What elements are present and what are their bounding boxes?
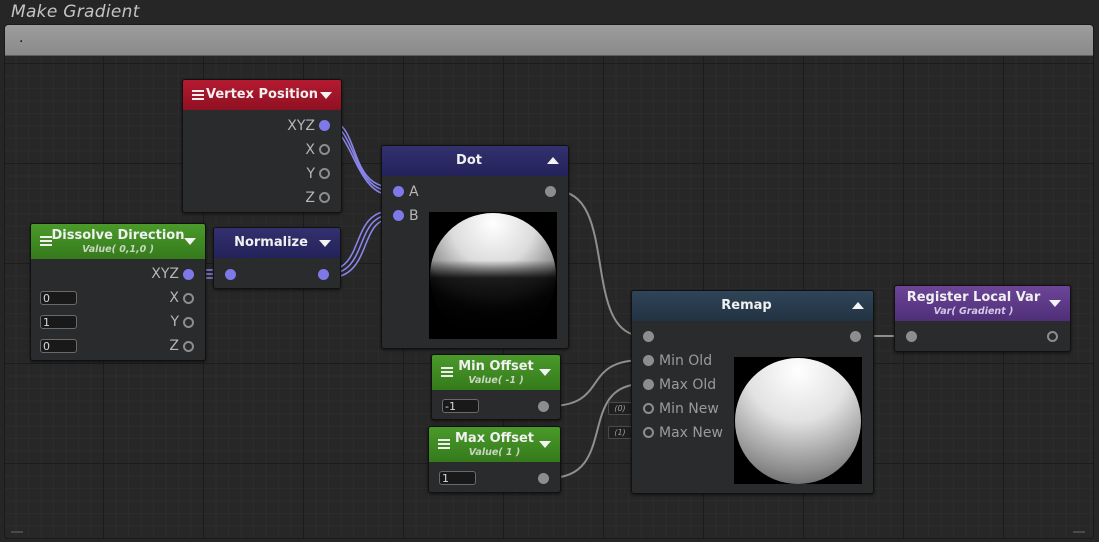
remap-preview (734, 357, 862, 484)
node-header[interactable]: Remap (632, 291, 873, 321)
node-max-offset[interactable]: Max Offset Value( 1 ) 1 (428, 426, 561, 493)
port-y-output[interactable] (319, 168, 330, 179)
port-label-xyz: XYZ (151, 266, 179, 282)
node-title: Dissolve Direction (51, 228, 185, 243)
triangle-down-icon[interactable] (1049, 300, 1061, 307)
y-value-field[interactable]: 1 (40, 315, 77, 329)
max-new-default-badge[interactable]: (1) (608, 426, 632, 439)
triangle-down-icon[interactable] (320, 92, 332, 99)
port-min-new-input[interactable] (643, 403, 654, 414)
port-xyz-output[interactable] (319, 120, 330, 131)
port-output[interactable] (850, 331, 861, 342)
wire-minoffset-to-minold (548, 359, 644, 407)
node-remap[interactable]: Remap Min Old Max Old Min New Max New (631, 290, 874, 494)
triangle-up-icon[interactable] (852, 302, 864, 309)
min-new-default-badge[interactable]: (0) (608, 402, 632, 415)
port-value-input[interactable] (643, 331, 654, 342)
port-label-y: Y (170, 314, 179, 330)
port-a-input[interactable] (393, 186, 404, 197)
port-output[interactable] (318, 269, 329, 280)
port-output[interactable] (1047, 331, 1058, 342)
node-vertex-position[interactable]: Vertex Position XYZ X Y Z (182, 79, 342, 213)
port-x-output[interactable] (319, 144, 330, 155)
node-title: Dot (456, 153, 482, 168)
port-input[interactable] (906, 331, 917, 342)
node-subtitle: Value( 0,1,0 ) (82, 244, 154, 255)
dot-preview (429, 212, 557, 339)
node-title: Max Offset (455, 431, 534, 446)
triangle-up-icon[interactable] (547, 157, 559, 164)
node-dot[interactable]: Dot A B (381, 145, 569, 349)
triangle-down-icon[interactable] (539, 369, 551, 376)
node-header[interactable]: Min Offset Value( -1 ) (432, 355, 560, 390)
port-max-new-input[interactable] (643, 427, 654, 438)
node-header[interactable]: Register Local Var Var( Gradient ) (895, 286, 1070, 321)
node-title: Min Offset (458, 359, 534, 374)
port-label-a: A (409, 184, 419, 200)
port-label-y: Y (306, 166, 315, 182)
node-subtitle: Var( Gradient ) (933, 306, 1014, 317)
port-label-max-new: Max New (659, 425, 723, 441)
port-output[interactable] (538, 473, 549, 484)
x-value-field[interactable]: 0 (40, 291, 77, 305)
node-title: Vertex Position (205, 87, 319, 102)
port-b-input[interactable] (393, 210, 404, 221)
port-x-output[interactable] (183, 293, 194, 304)
port-max-old-input[interactable] (643, 379, 654, 390)
max-offset-value-field[interactable]: 1 (439, 471, 476, 485)
node-min-offset[interactable]: Min Offset Value( -1 ) -1 (431, 354, 561, 420)
port-label-x: X (169, 290, 179, 306)
triangle-down-icon[interactable] (539, 441, 551, 448)
port-label-b: B (409, 208, 419, 224)
port-output[interactable] (538, 401, 549, 412)
node-header[interactable]: Max Offset Value( 1 ) (429, 427, 560, 462)
port-label-min-new: Min New (659, 401, 719, 417)
wire-dot-to-remap (555, 190, 644, 337)
port-z-output[interactable] (319, 192, 330, 203)
port-input[interactable] (225, 269, 236, 280)
node-header[interactable]: Dissolve Direction Value( 0,1,0 ) (31, 224, 205, 259)
port-xyz-output[interactable] (183, 269, 194, 280)
triangle-down-icon[interactable] (319, 240, 331, 247)
port-label-xyz: XYZ (287, 118, 315, 134)
node-header[interactable]: Dot (382, 146, 568, 176)
port-y-output[interactable] (183, 317, 194, 328)
node-title: Remap (721, 298, 772, 313)
node-dissolve-direction[interactable]: Dissolve Direction Value( 0,1,0 ) XYZ 0 … (30, 223, 206, 361)
port-z-output[interactable] (183, 341, 194, 352)
port-min-old-input[interactable] (643, 355, 654, 366)
port-label-z: Z (305, 190, 315, 206)
node-normalize[interactable]: Normalize (213, 227, 341, 289)
node-title: Normalize (234, 235, 308, 250)
triangle-down-icon[interactable] (184, 238, 196, 245)
node-header[interactable]: Vertex Position (183, 80, 341, 110)
port-output[interactable] (545, 186, 556, 197)
node-header[interactable]: Normalize (214, 228, 340, 258)
z-value-field[interactable]: 0 (40, 339, 77, 353)
sphere-preview-image (735, 358, 861, 484)
port-label-z: Z (169, 338, 179, 354)
min-offset-value-field[interactable]: -1 (442, 399, 479, 413)
port-label-max-old: Max Old (659, 377, 717, 393)
node-subtitle: Value( 1 ) (468, 447, 521, 458)
port-label-x: X (305, 142, 315, 158)
port-label-min-old: Min Old (659, 353, 713, 369)
node-register-local-var[interactable]: Register Local Var Var( Gradient ) (894, 285, 1071, 352)
node-subtitle: Value( -1 ) (468, 375, 524, 386)
node-title: Register Local Var (906, 290, 1041, 305)
sphere-preview-image (429, 212, 557, 339)
